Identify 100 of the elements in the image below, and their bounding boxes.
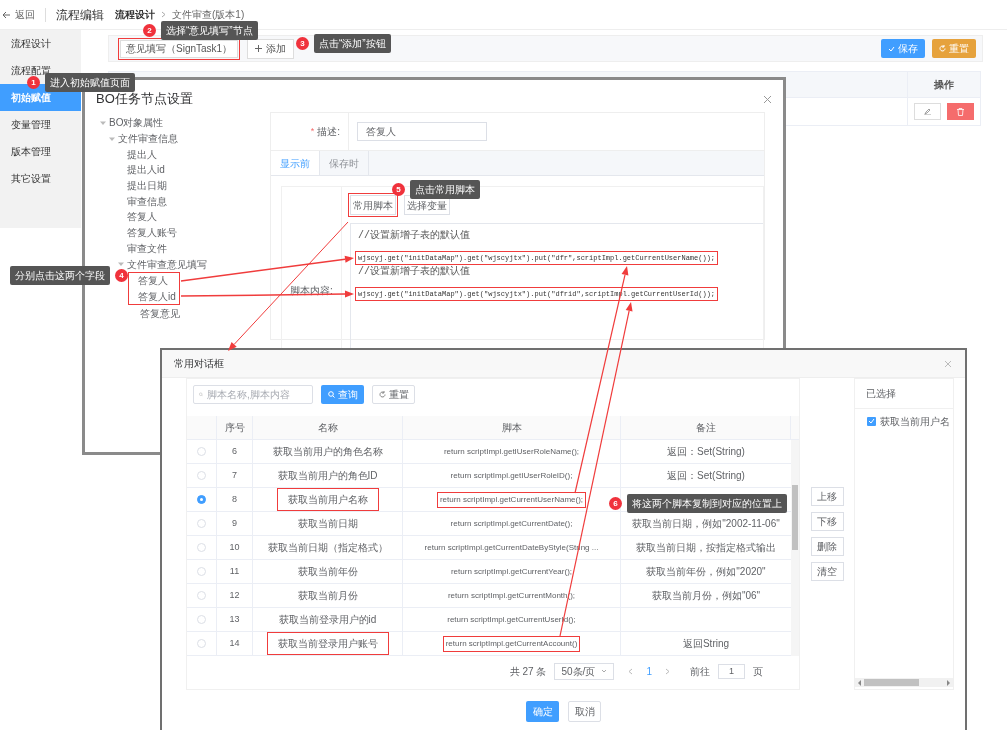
column-header: 名称 (253, 416, 403, 439)
tree-item[interactable]: 审查信息 (127, 193, 167, 209)
table-cell: return scriptImpl.getCurrentUserName(); (439, 493, 584, 506)
close-icon[interactable] (945, 360, 951, 367)
table-cell-text: 获取当前月份 (297, 589, 358, 603)
caret-down-icon[interactable] (109, 135, 115, 142)
pencil-icon (924, 108, 931, 115)
search-field[interactable]: 脚本名称,脚本内容 (193, 385, 313, 404)
tree-item[interactable]: 审查文件 (127, 240, 167, 256)
tree-item[interactable]: 答复人id (138, 288, 176, 304)
code-comment: //设置新增子表的默认值 (357, 265, 471, 279)
next-page-icon[interactable] (665, 667, 670, 675)
annotation-tooltip: 点击“添加”按钮 (314, 34, 391, 53)
dialog-title: BO任务节点设置 (96, 90, 193, 109)
goto-label: 前往 (690, 664, 710, 679)
sidebar-item[interactable]: 流程设计 (0, 30, 81, 57)
refresh-icon (378, 391, 386, 398)
tree-item[interactable]: 提出日期 (127, 178, 167, 194)
total-count: 共 27 条 (509, 664, 547, 679)
page-field[interactable]: 1 (718, 663, 745, 679)
table-cell-text: 获取当前用户的角色名称 (272, 445, 383, 459)
previous-page-icon[interactable] (628, 667, 634, 675)
table-cell: 7 (217, 464, 253, 487)
horizontal-scrollbar[interactable] (855, 678, 953, 687)
table-cell: 9 (217, 512, 253, 535)
page-size-select[interactable]: 50条/页 (554, 662, 615, 680)
table-cell-text: 获取当前月份，例如"06" (651, 589, 761, 603)
node-select[interactable]: 意见填写（SignTask1） (120, 39, 238, 58)
table-cell-text: 获取当前日期（指定格式） (267, 541, 388, 555)
tree-item[interactable]: 提出人id (127, 162, 165, 178)
delete-button[interactable] (947, 103, 974, 120)
edit-button[interactable] (914, 103, 941, 120)
dialog-title: 常用对话框 (174, 357, 224, 371)
table-cell: 13 (217, 608, 253, 631)
table-cell: 12 (217, 584, 253, 607)
close-icon[interactable] (764, 95, 771, 103)
tree-item[interactable]: 答复人 (138, 273, 168, 289)
sidebar-item[interactable]: 其它设置 (0, 165, 81, 192)
page-unit: 页 (753, 664, 763, 679)
caret-down-icon[interactable] (100, 119, 106, 126)
table-cell-text: 获取当前用户名称 (287, 493, 368, 507)
table-cell-text: 获取当前年份 (297, 565, 358, 579)
reset-button[interactable]: 重置 (372, 385, 415, 404)
column-header: 序号 (217, 416, 253, 439)
table-cell: 10 (217, 536, 253, 559)
caret-icon (601, 669, 608, 673)
annotation-tooltip: 选择“意见填写”节点 (161, 21, 258, 40)
move-button[interactable]: 清空 (810, 562, 844, 581)
table-cell: return scriptImpl.getCurrentDate(); (450, 517, 573, 530)
table-cell: return scriptImpl.getIUserRoleID(); (450, 469, 573, 482)
breadcrumb-item[interactable]: 流程设计 (115, 7, 155, 22)
script-button[interactable]: 常用脚本 (350, 195, 396, 215)
checkbox[interactable] (867, 416, 876, 426)
sidebar-item[interactable]: 变量管理 (0, 111, 81, 138)
move-button[interactable]: 下移 (810, 512, 844, 531)
refresh-icon (939, 45, 946, 52)
table-cell-text: 获取当前日期，例如"2002-11-06" (632, 517, 780, 531)
tree-item[interactable]: 提出人 (127, 146, 157, 162)
table-cell: return scriptImpl.getCurrentYear(); (450, 565, 573, 578)
table-cell: return scriptImpl.getIUserRoleName(); (443, 445, 580, 458)
add-button[interactable]: 添加 (247, 38, 294, 59)
annotation-tooltip: 点击常用脚本 (410, 180, 480, 199)
radio-button[interactable] (197, 495, 206, 504)
table-cell: 6 (217, 440, 253, 463)
table-cell-text: 返回String (682, 637, 730, 651)
table-cell-text: 获取当前登录用户的id (278, 613, 377, 627)
back-button[interactable]: 返回 (0, 7, 35, 22)
page-title: 流程编辑 (56, 6, 104, 24)
field-label: 描述: (317, 125, 340, 139)
tree-item[interactable]: BO对象属性 (109, 115, 164, 131)
tree-item[interactable]: 答复人账号 (127, 225, 177, 241)
table-cell: 11 (217, 560, 253, 583)
column-header: 备注 (621, 416, 791, 439)
required-mark: * (310, 124, 315, 138)
breadcrumb-item: 文件审查(版本1) (172, 8, 245, 22)
table-cell: 8 (217, 488, 253, 511)
chevron-icon (161, 11, 166, 18)
caret-down-icon[interactable] (118, 261, 124, 268)
check-icon (888, 45, 895, 52)
tree-item[interactable]: 答复意见 (140, 305, 180, 321)
tree-item[interactable]: 文件审查信息 (118, 131, 178, 147)
plus-icon (255, 45, 262, 52)
annotation-tooltip: 分别点击这两个字段 (10, 266, 110, 285)
description-field[interactable]: 答复人 (357, 122, 487, 141)
tree-item[interactable]: 文件审查意见填写 (127, 256, 207, 272)
table-cell-text: 获取当前登录用户账号 (277, 637, 378, 651)
move-button[interactable]: 删除 (810, 537, 844, 556)
column-header: 操作 (907, 72, 980, 97)
tree-item[interactable]: 答复人 (127, 209, 157, 225)
trash-icon (957, 107, 964, 116)
code-comment: //设置新增子表的默认值 (357, 229, 471, 243)
table-cell: return scriptImpl.getCurrentAccount() (445, 637, 578, 650)
move-button[interactable]: 上移 (810, 487, 844, 506)
table-cell-text: 返回：Set(String) (667, 445, 745, 459)
cancel-button[interactable]: 取消 (568, 701, 601, 722)
sidebar-item[interactable]: 版本管理 (0, 138, 81, 165)
selected-item[interactable]: 获取当前用户名 (880, 413, 950, 429)
scrollbar[interactable] (791, 440, 799, 656)
table-cell-text: 获取当前日期 (297, 517, 358, 531)
panel-title: 已选择 (866, 387, 896, 401)
